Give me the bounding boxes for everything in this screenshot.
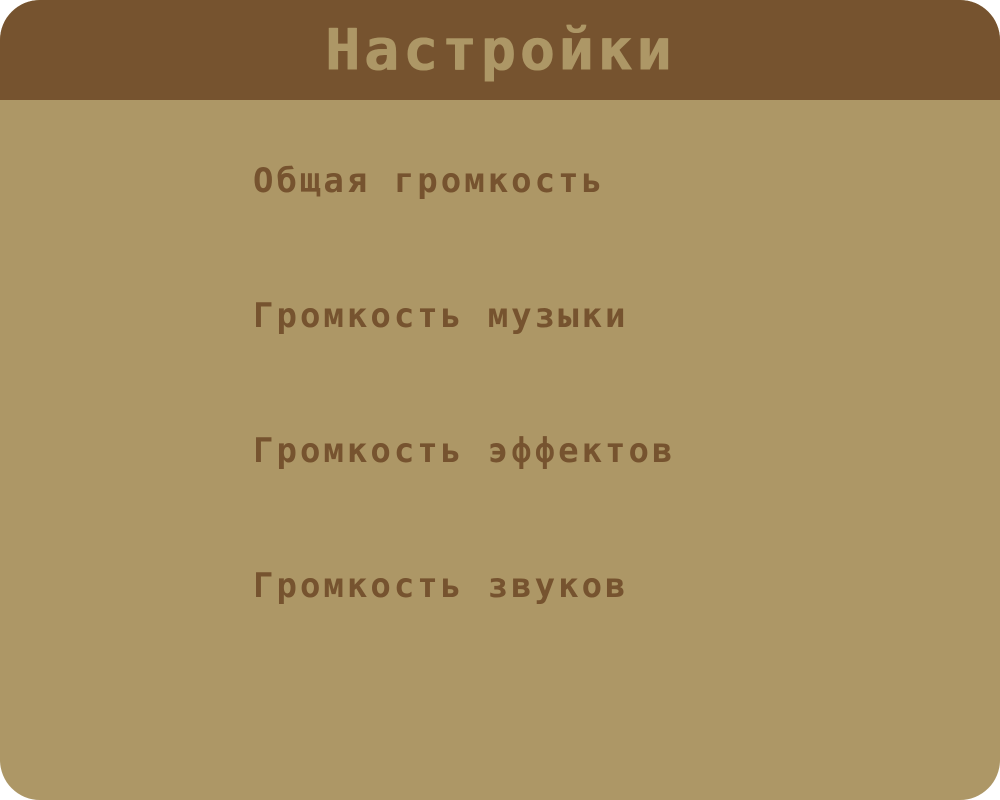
menu-item-effects-volume[interactable]: Громкость эффектов <box>253 425 853 560</box>
settings-panel: Настройки Общая громкость Громкость музы… <box>0 0 1000 800</box>
menu-item-label: Общая громкость <box>253 161 606 201</box>
menu-item-sounds-volume[interactable]: Громкость звуков <box>253 560 853 695</box>
menu-item-label: Громкость эффектов <box>253 431 676 471</box>
page-title: Настройки <box>324 16 676 84</box>
settings-menu: Общая громкость Громкость музыки Громкос… <box>253 155 853 695</box>
menu-item-master-volume[interactable]: Общая громкость <box>253 155 853 290</box>
settings-header: Настройки <box>0 0 1000 100</box>
menu-item-label: Громкость музыки <box>253 296 629 336</box>
menu-item-label: Громкость звуков <box>253 566 629 606</box>
menu-item-music-volume[interactable]: Громкость музыки <box>253 290 853 425</box>
